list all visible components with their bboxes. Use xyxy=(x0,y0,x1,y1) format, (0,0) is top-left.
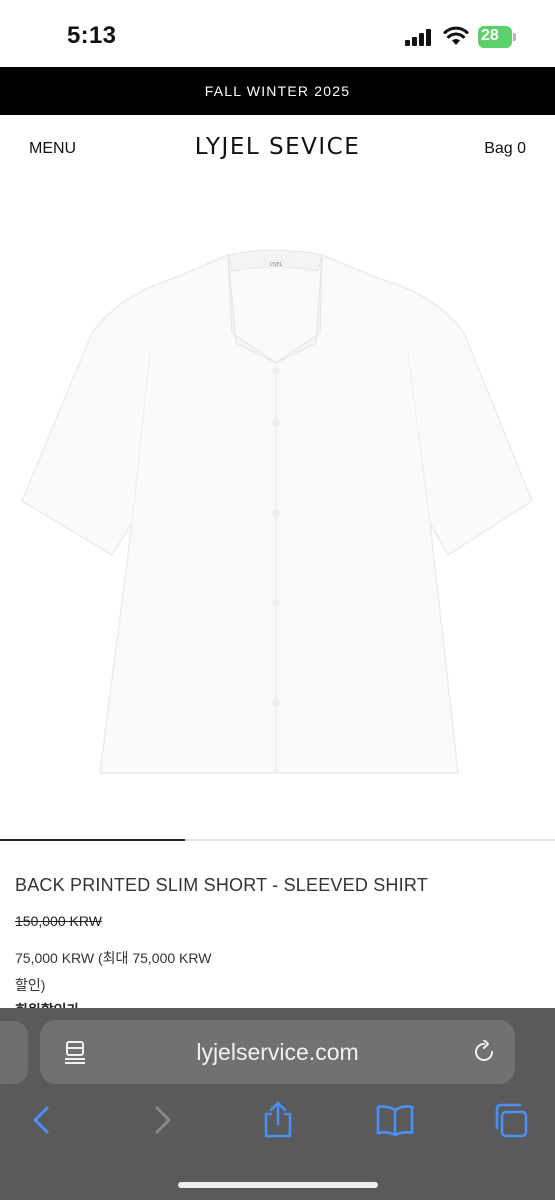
browser-toolbar: lyjelservice.com xyxy=(0,1008,555,1200)
battery-icon: 28 xyxy=(478,26,516,48)
status-bar: 5:13 28 xyxy=(0,0,555,67)
gallery-progress-fill xyxy=(0,839,185,841)
banner-text: FALL WINTER 2025 xyxy=(204,83,351,99)
sale-price: 75,000 KRW (최대 75,000 KRW 할인) xyxy=(15,950,212,993)
reload-icon[interactable] xyxy=(472,1040,496,1064)
product-image[interactable]: LYJEL xyxy=(0,183,555,838)
gallery-progress xyxy=(0,839,555,841)
site-header: MENU LYJEL SEVICE Bag 0 xyxy=(0,115,555,183)
product-title: BACK PRINTED SLIM SHORT - SLEEVED SHIRT xyxy=(15,875,428,895)
tabs-icon[interactable] xyxy=(492,1100,532,1140)
home-indicator xyxy=(178,1182,378,1188)
url-text: lyjelservice.com xyxy=(196,1039,359,1065)
shirt-image: LYJEL xyxy=(21,249,533,774)
status-time: 5:13 xyxy=(67,22,117,49)
cellular-signal-icon xyxy=(405,29,433,46)
previous-tab-peek[interactable] xyxy=(0,1021,28,1084)
back-icon[interactable] xyxy=(22,1100,62,1140)
announcement-banner: FALL WINTER 2025 xyxy=(0,67,555,115)
bookmarks-icon[interactable] xyxy=(375,1100,415,1140)
wifi-icon xyxy=(443,26,469,45)
address-bar[interactable]: lyjelservice.com xyxy=(40,1020,515,1084)
shirt-label: LYJEL xyxy=(270,262,283,268)
battery-level: 28 xyxy=(481,27,499,44)
forward-icon[interactable] xyxy=(142,1100,182,1140)
original-price: 150,000 KRW xyxy=(15,913,102,929)
bag-button[interactable]: Bag 0 xyxy=(484,140,526,158)
brand-logo[interactable]: LYJEL SEVICE xyxy=(0,134,555,160)
share-icon[interactable] xyxy=(258,1100,298,1140)
